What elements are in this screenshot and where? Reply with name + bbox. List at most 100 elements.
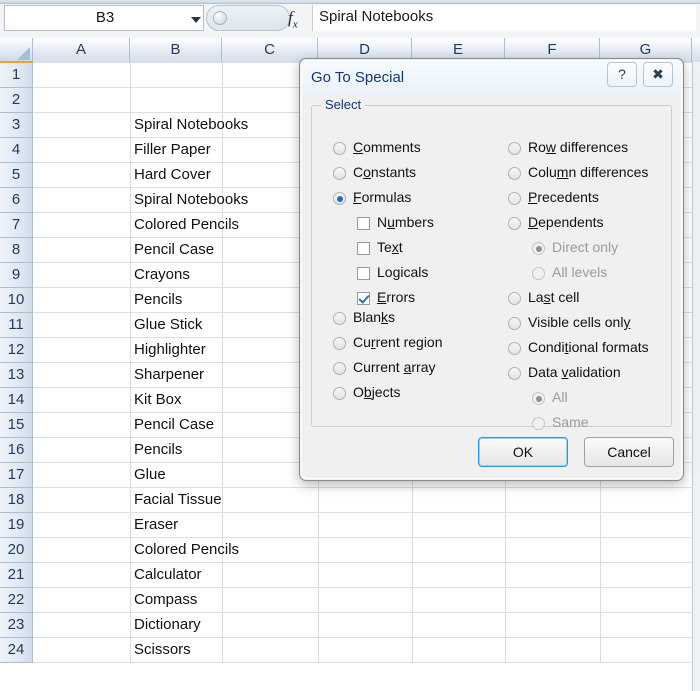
option-validation-all-label: All [552,389,568,405]
dialog-title: Go To Special [311,69,405,86]
cell-b22[interactable]: Compass [131,588,291,613]
radio-icon[interactable] [333,192,346,205]
cell-b12[interactable]: Highlighter [131,338,291,363]
close-button[interactable]: ✖ [643,62,673,87]
radio-icon[interactable] [508,192,521,205]
row-header-14[interactable]: 14 [0,388,33,413]
radio-icon[interactable] [508,317,521,330]
option-precedents-label: Precedents [528,189,599,205]
cell-b10[interactable]: Pencils [131,288,291,313]
radio-icon[interactable] [508,342,521,355]
insert-function-icon[interactable]: fx [288,8,298,30]
row-header-7[interactable]: 7 [0,213,33,238]
cell-b21[interactable]: Calculator [131,563,291,588]
row-header-12[interactable]: 12 [0,338,33,363]
option-data-validation-label: Data validation [528,364,621,380]
option-blanks-label: Blanks [353,309,396,325]
cell-b8[interactable]: Pencil Case [131,238,291,263]
radio-icon[interactable] [508,167,521,180]
cell-b16[interactable]: Pencils [131,438,291,463]
cell-b15[interactable]: Pencil Case [131,413,291,438]
option-comments-label: Comments [353,139,421,155]
row-header-22[interactable]: 22 [0,588,33,613]
cell-b7[interactable]: Colored Pencils [131,213,291,238]
checkbox-icon[interactable] [357,242,370,255]
row-header-17[interactable]: 17 [0,463,33,488]
cell-b5[interactable]: Hard Cover [131,163,291,188]
formula-bar-toggle[interactable] [206,5,290,31]
option-dependents-label: Dependents [528,214,604,230]
cell-b6[interactable]: Spiral Notebooks [131,188,291,213]
row-header-13[interactable]: 13 [0,363,33,388]
row-header-23[interactable]: 23 [0,613,33,638]
row-header-24[interactable]: 24 [0,638,33,663]
chevron-down-icon[interactable] [191,17,201,23]
checkbox-icon[interactable] [357,267,370,280]
radio-icon[interactable] [508,367,521,380]
radio-icon[interactable] [508,142,521,155]
row-header-3[interactable]: 3 [0,113,33,138]
vertical-scrollbar[interactable] [692,62,700,691]
cell-b4[interactable]: Filler Paper [131,138,291,163]
radio-icon[interactable] [333,362,346,375]
option-conditional-formats-label: Conditional formats [528,339,649,355]
row-header-15[interactable]: 15 [0,413,33,438]
cell-b23[interactable]: Dictionary [131,613,291,638]
checkbox-icon[interactable] [357,292,370,305]
cell-b20[interactable]: Colored Pencils [131,538,291,563]
radio-icon [532,267,545,280]
option-direct-only-label: Direct only [552,239,619,255]
formula-bar: B3 fx Spiral Notebooks [0,0,700,39]
help-button[interactable]: ? [607,62,637,87]
row-header-8[interactable]: 8 [0,238,33,263]
column-header-a[interactable]: A [33,38,130,62]
radio-icon[interactable] [333,312,346,325]
row-header-5[interactable]: 5 [0,163,33,188]
row-header-20[interactable]: 20 [0,538,33,563]
radio-icon[interactable] [333,387,346,400]
row-header-9[interactable]: 9 [0,263,33,288]
option-objects-label: Objects [353,384,401,400]
row-header-21[interactable]: 21 [0,563,33,588]
row-header-10[interactable]: 10 [0,288,33,313]
cell-b13[interactable]: Sharpener [131,363,291,388]
radio-icon[interactable] [333,167,346,180]
formula-input[interactable]: Spiral Notebooks [312,5,696,31]
row-header-19[interactable]: 19 [0,513,33,538]
select-all-corner[interactable] [0,38,33,62]
column-header-b[interactable]: B [130,38,222,62]
row-header-6[interactable]: 6 [0,188,33,213]
name-box[interactable]: B3 [4,5,204,31]
radio-icon [532,417,545,430]
cancel-button[interactable]: Cancel [584,437,674,467]
ok-button[interactable]: OK [478,437,568,467]
radio-icon [532,242,545,255]
option-current-array-label: Current array [353,359,436,375]
cell-b19[interactable]: Eraser [131,513,291,538]
checkbox-icon[interactable] [357,217,370,230]
radio-icon[interactable] [508,217,521,230]
cell-b17[interactable]: Glue [131,463,291,488]
row-header-16[interactable]: 16 [0,438,33,463]
row-header-1[interactable]: 1 [0,63,33,88]
cell-b11[interactable]: Glue Stick [131,313,291,338]
row-header-11[interactable]: 11 [0,313,33,338]
cell-b3[interactable]: Spiral Notebooks [131,113,291,138]
go-to-special-dialog: Go To Special ? ✖ Select Comments Constan… [299,58,684,481]
radio-icon [532,392,545,405]
cell-b14[interactable]: Kit Box [131,388,291,413]
cell-b18[interactable]: Facial Tissue [131,488,291,513]
radio-icon[interactable] [333,142,346,155]
row-header-4[interactable]: 4 [0,138,33,163]
cell-b9[interactable]: Crayons [131,263,291,288]
row-header-18[interactable]: 18 [0,488,33,513]
row-header-2[interactable]: 2 [0,88,33,113]
radio-icon[interactable] [508,292,521,305]
select-group-label: Select [321,97,366,112]
cell-b24[interactable]: Scissors [131,638,291,663]
checkbox-logicals-label: Logicals [377,264,429,280]
formula-bar-dot-icon [213,11,227,25]
checkbox-numbers-label: Numbers [377,214,434,230]
radio-icon[interactable] [333,337,346,350]
name-box-value: B3 [95,9,115,26]
